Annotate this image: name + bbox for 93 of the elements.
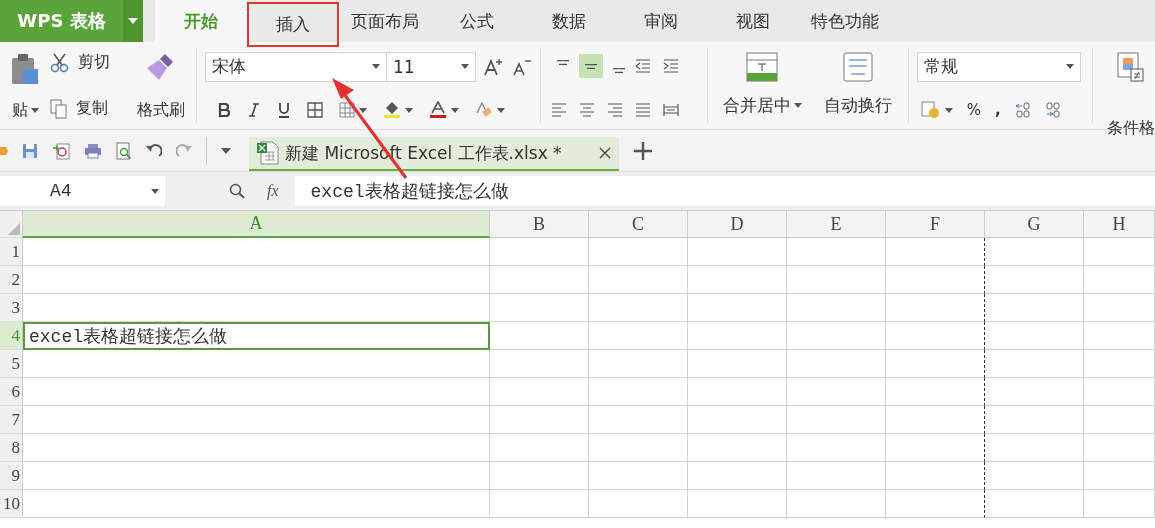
conditional-format-button[interactable]: 条件格 (1107, 118, 1155, 139)
percent-button[interactable]: % (966, 101, 981, 120)
borders-icon[interactable] (307, 102, 323, 119)
print-icon[interactable] (84, 142, 102, 159)
table-cell (1084, 378, 1155, 406)
align-icon (556, 59, 569, 65)
formula-field[interactable]: excel表格超链接怎么做 (294, 176, 1155, 206)
ribbon-tab[interactable]: 插入 (247, 2, 339, 47)
row-header[interactable]: 1 (0, 238, 23, 266)
close-icon[interactable] (599, 147, 611, 159)
column-header[interactable]: B (490, 211, 589, 238)
increase-indent-icon[interactable] (662, 59, 679, 74)
number-format-select[interactable]: 常规 (916, 51, 1081, 82)
save-icon[interactable] (22, 142, 38, 159)
caret-icon (30, 108, 39, 113)
brush-icon[interactable] (147, 52, 175, 82)
table-cell: excel表格超链接怎么做 (23, 322, 490, 350)
ribbon-tab[interactable]: 公式 (431, 0, 523, 42)
name-box[interactable]: A4 (0, 176, 165, 206)
row-header[interactable]: 5 (0, 350, 23, 378)
ribbon-tab[interactable]: 数据 (523, 0, 615, 42)
print-preview-icon[interactable] (116, 141, 132, 160)
row-header[interactable]: 3 (0, 294, 23, 322)
merge-cells-icon (746, 52, 779, 82)
align-icon (584, 63, 597, 69)
clipboard-icon[interactable] (10, 52, 40, 86)
distribute-icon[interactable] (662, 102, 679, 117)
table-cell (1084, 406, 1155, 434)
spreadsheet-file-icon (257, 141, 279, 165)
table-cell (1084, 490, 1155, 518)
align-icon (612, 67, 625, 73)
zoom-icon[interactable] (229, 183, 245, 199)
caret-icon (1065, 64, 1074, 70)
copy-button[interactable]: 复制 (50, 98, 130, 119)
currency-icon[interactable] (920, 101, 953, 120)
copy-icon (50, 98, 68, 119)
scissors-icon (50, 52, 70, 73)
decrease-indent-icon[interactable] (634, 59, 651, 74)
cell-style-icon[interactable] (339, 102, 367, 119)
column-header[interactable]: D (688, 211, 787, 238)
new-tab-icon[interactable] (633, 140, 653, 161)
italic-icon[interactable] (247, 103, 261, 118)
caret-icon (151, 188, 159, 194)
function-button[interactable]: fx (267, 182, 279, 200)
row-header[interactable]: 10 (0, 490, 23, 518)
row-header[interactable]: 2 (0, 266, 23, 294)
table-cell (1084, 462, 1155, 490)
ribbon-tab[interactable]: 页面布局 (339, 0, 431, 42)
vertical-align-button[interactable] (578, 54, 603, 79)
export-icon[interactable] (52, 141, 70, 160)
conditional-format-icon[interactable] (1117, 52, 1145, 82)
wrap-text-icon (843, 52, 874, 82)
caret-icon (461, 64, 469, 70)
font-name-select[interactable]: 宋体 (205, 51, 387, 82)
ribbon-tab[interactable]: 视图 (707, 0, 799, 42)
ribbon-tab[interactable]: 特色功能 (799, 0, 891, 42)
clear-format-icon[interactable] (475, 101, 505, 120)
column-header[interactable]: F (886, 211, 985, 238)
table-cell (1084, 350, 1155, 378)
increase-decimal-icon[interactable] (1014, 102, 1031, 119)
cut-button[interactable]: 剪切 (50, 52, 130, 73)
row-header[interactable]: 6 (0, 378, 23, 406)
row-header[interactable]: 8 (0, 434, 23, 462)
bold-icon[interactable] (217, 103, 231, 118)
row-header[interactable]: 9 (0, 462, 23, 490)
fill-color-icon[interactable] (383, 101, 413, 120)
decrease-decimal-icon[interactable] (1044, 102, 1061, 119)
column-header[interactable]: G (985, 211, 1084, 238)
caret-icon[interactable] (221, 147, 231, 154)
grow-font-icon[interactable] (484, 57, 504, 76)
column-header[interactable]: H (1084, 211, 1155, 238)
font-color-icon[interactable] (429, 101, 459, 120)
caret-icon (793, 103, 802, 108)
undo-icon[interactable] (146, 142, 162, 159)
table-cell (1084, 266, 1155, 294)
merge-center-button[interactable]: 合并居中 (722, 42, 802, 129)
font-size-select[interactable]: 11 (386, 51, 476, 82)
row-header[interactable]: 7 (0, 406, 23, 434)
caret-icon (372, 64, 380, 70)
ribbon-tab[interactable]: 审阅 (615, 0, 707, 42)
column-header[interactable]: E (787, 211, 886, 238)
shrink-font-icon[interactable] (512, 57, 532, 76)
column-header[interactable]: C (589, 211, 688, 238)
wrap-text-button[interactable]: 自动换行 (824, 42, 893, 129)
table-cell (1084, 434, 1155, 462)
table-cell (1084, 294, 1155, 322)
comma-button[interactable]: , (994, 101, 1001, 120)
paste-button[interactable]: 贴 (11, 100, 39, 121)
table-cell (1084, 322, 1155, 350)
table-cell (1084, 238, 1155, 266)
underline-icon[interactable] (277, 102, 291, 119)
caret-icon[interactable] (123, 0, 143, 42)
format-painter-button[interactable]: 格式刷 (137, 100, 185, 121)
